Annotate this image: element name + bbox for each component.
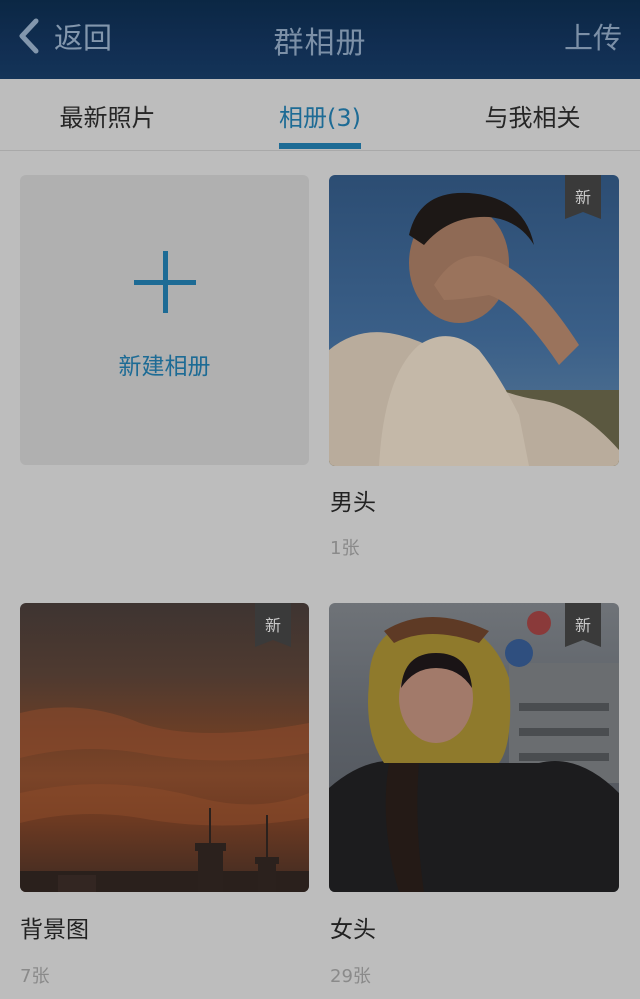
new-album-label: 新建相册 <box>118 354 211 380</box>
upload-button[interactable]: 上传 <box>564 15 622 57</box>
album-cover-photo <box>329 192 619 466</box>
album-cover-boy[interactable]: 新 <box>329 175 619 466</box>
album-count: 7张 <box>20 966 50 987</box>
tab-bar: 最新照片 相册(3) 与我相关 <box>0 79 640 151</box>
back-label: 返回 <box>54 21 113 55</box>
tab-latest-photos[interactable]: 最新照片 <box>40 79 175 151</box>
tab-related-to-me[interactable]: 与我相关 <box>465 79 600 151</box>
top-bar: 返回 群相册 上传 <box>0 0 640 79</box>
active-tab-indicator <box>279 143 361 149</box>
album-count: 29张 <box>330 966 371 987</box>
album-cover-photo <box>329 611 619 892</box>
album-count: 1张 <box>330 538 360 559</box>
new-album-button[interactable]: 新建相册 <box>20 175 309 465</box>
chevron-left-icon <box>19 18 39 54</box>
album-cover-background[interactable]: 新 <box>20 603 309 892</box>
album-name[interactable]: 男头 <box>330 483 376 517</box>
plus-icon <box>133 251 196 313</box>
album-name[interactable]: 背景图 <box>20 910 89 944</box>
album-cover-girl[interactable]: 新 <box>329 603 619 892</box>
page-title: 群相册 <box>273 25 367 61</box>
album-cover-photo <box>20 707 309 892</box>
back-button[interactable]: 返回 <box>14 14 112 58</box>
tab-albums[interactable]: 相册(3) <box>270 79 370 151</box>
album-name[interactable]: 女头 <box>330 910 376 944</box>
